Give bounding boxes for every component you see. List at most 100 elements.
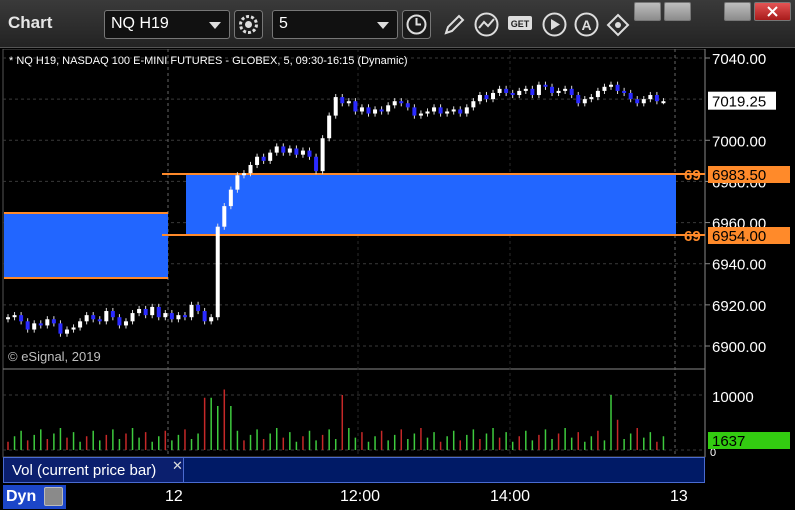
lock-icon[interactable] [44,487,63,506]
candle-body [366,107,371,114]
y-tick-label: 6900.00 [712,339,766,356]
play-icon[interactable] [540,10,569,39]
candle-body [294,148,299,155]
candle-body [418,113,423,116]
candle-body [38,323,43,326]
candle-body [163,313,168,318]
candle-body [373,109,378,114]
candle-body [510,92,515,96]
candle-body [189,304,194,318]
candle-body [156,306,161,318]
candle-body [130,313,135,322]
price-chart[interactable]: 7040.007000.006980.006960.006940.006920.… [0,49,795,483]
restore-button[interactable] [664,2,691,21]
candle-body [123,321,128,326]
indicator-icon[interactable] [472,10,501,39]
candle-body [445,111,450,114]
alert-icon[interactable]: A [572,10,601,39]
candle-body [438,107,443,114]
candle-body [261,156,266,161]
candle-body [425,111,430,114]
candle-body [491,92,496,100]
candle-body [405,103,410,108]
maximize-button[interactable] [724,2,751,21]
candle-body [64,329,69,334]
candle-body [45,319,50,326]
candle-body [517,90,522,96]
candle-body [150,306,155,316]
candle-body [589,97,594,100]
candle-body [458,109,463,114]
candle-body [268,152,273,161]
candle-body [25,321,30,330]
close-icon [767,6,778,17]
candle-body [6,317,10,320]
candle-body [523,88,528,91]
candle-body [340,97,345,104]
level-value: 6983.50 [712,167,766,184]
symbol-selector[interactable]: NQ H19 [104,10,230,39]
candle-body [635,99,640,104]
candle-body [300,150,305,155]
get-icon[interactable]: GET [506,10,535,39]
candle-body [464,107,469,114]
current-price-label: 7019.25 [712,94,766,111]
candle-body [143,308,148,316]
y-tick-label: 7040.00 [712,51,766,68]
candle-body [602,86,607,91]
candle-body [281,146,286,153]
window-title: Chart [8,13,53,32]
candle-body [550,86,555,93]
candle-body [104,311,109,322]
candle-body [576,95,581,104]
gear-icon[interactable] [234,10,263,39]
clock-icon[interactable] [402,10,431,39]
close-button[interactable] [754,2,791,21]
candle-body [110,311,115,318]
volume-panel-tab[interactable]: Vol (current price bar) [4,458,184,482]
volume-tick-label: 10000 [712,389,754,406]
candle-body [556,90,561,93]
candle-body [412,107,417,116]
candle-body [471,101,476,108]
close-icon[interactable]: ✕ [172,458,183,474]
candle-body [51,319,56,324]
candle-body [536,84,541,96]
chevron-down-icon [209,22,221,29]
candle-body [609,84,614,87]
candle-body [196,304,201,312]
candle-body [78,321,83,328]
candle-body [346,101,351,104]
candle-body [379,109,384,112]
candle-body [182,315,187,318]
interval-selector[interactable]: 5 [272,10,398,39]
volume-panel-header: Vol (current price bar) ✕ [3,457,705,483]
candle-body [359,107,364,112]
candle-body [91,315,96,320]
candle-body [648,95,653,100]
candle-body [215,226,220,318]
candle-body [392,101,397,106]
candle-body [327,115,332,139]
y-tick-label: 6940.00 [712,257,766,274]
pencil-icon[interactable] [440,10,469,39]
candle-body [622,90,627,93]
candle-body [71,327,76,330]
minimize-button[interactable] [634,2,661,21]
candle-body [228,189,233,207]
candle-body [176,315,181,320]
candle-body [504,88,509,93]
candle-body [32,323,37,330]
candle-body [314,156,319,172]
x-tick: 14:00 [490,488,531,505]
candle-body [287,148,292,153]
level-value: 6954.00 [712,228,766,245]
candle-body [582,99,587,104]
cursor-icon[interactable] [604,10,633,39]
chart-description: * NQ H19, NASDAQ 100 E-MINI FUTURES - GL… [9,55,408,67]
candle-body [255,156,260,165]
candle-body [615,84,620,91]
x-tick: 12 [165,488,183,505]
dyn-label: Dyn [6,488,37,505]
volume-current-label: 1637 [712,433,745,450]
